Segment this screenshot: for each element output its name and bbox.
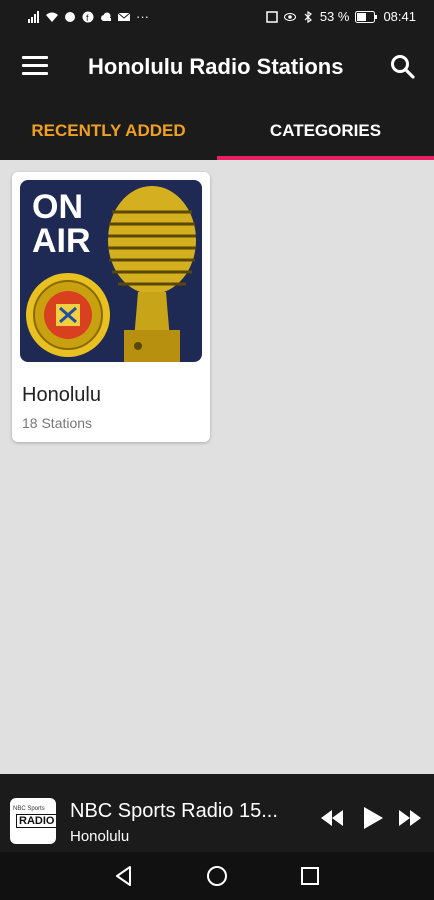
menu-icon[interactable] — [22, 56, 48, 78]
signal-icon — [28, 10, 39, 23]
facebook-icon: f — [82, 11, 94, 23]
microphone-icon — [108, 186, 196, 362]
mail-icon — [118, 12, 130, 21]
eye-icon — [283, 12, 296, 21]
status-time: 08:41 — [383, 9, 416, 24]
status-right-icons: 53 % 08:41 — [266, 9, 416, 24]
home-icon[interactable] — [205, 864, 229, 888]
tab-label: CATEGORIES — [269, 121, 382, 140]
category-image: ON AIR — [20, 180, 202, 362]
category-grid: ON AIR Honolulu 18 Stations — [0, 160, 434, 774]
logo-small-text: NBC Sports — [13, 806, 45, 812]
now-playing-title: NBC Sports Radio 15... — [70, 800, 278, 822]
play-icon[interactable] — [362, 806, 384, 830]
status-left-icons: f ··· — [28, 9, 149, 24]
category-name: Honolulu — [22, 384, 101, 406]
system-nav-bar — [0, 852, 434, 900]
app-icon — [65, 11, 75, 22]
cloud-icon — [101, 12, 111, 21]
search-icon[interactable] — [390, 54, 416, 80]
rewind-icon[interactable] — [320, 808, 344, 828]
tab-bar: RECENTLY ADDED CATEGORIES — [0, 102, 434, 160]
station-logo: NBC Sports RADIO — [10, 798, 56, 844]
tab-label: RECENTLY ADDED — [31, 121, 186, 140]
app-bar: Honolulu Radio Stations — [0, 34, 434, 102]
recents-icon[interactable] — [298, 864, 322, 888]
back-icon[interactable] — [112, 864, 136, 888]
tab-categories[interactable]: CATEGORIES — [217, 102, 434, 160]
fast-forward-icon[interactable] — [398, 808, 422, 828]
station-count: 18 Stations — [22, 415, 93, 431]
battery-icon — [355, 10, 378, 23]
tab-recently-added[interactable]: RECENTLY ADDED — [0, 102, 217, 160]
status-bar: f ··· 53 % 08:41 — [0, 0, 434, 34]
more-indicator: ··· — [136, 9, 149, 24]
now-playing-subtitle: Honolulu — [70, 828, 130, 845]
wifi-icon — [46, 12, 58, 22]
category-card-honolulu[interactable]: ON AIR Honolulu 18 Stations — [12, 172, 210, 442]
bluetooth-icon — [304, 10, 312, 23]
logo-big-text: RADIO — [16, 814, 56, 828]
mini-player[interactable]: NBC Sports RADIO NBC Sports Radio 15... … — [0, 774, 434, 852]
battery-percent: 53 % — [319, 9, 350, 24]
nfc-icon — [266, 10, 278, 23]
page-title: Honolulu Radio Stations — [88, 54, 344, 79]
